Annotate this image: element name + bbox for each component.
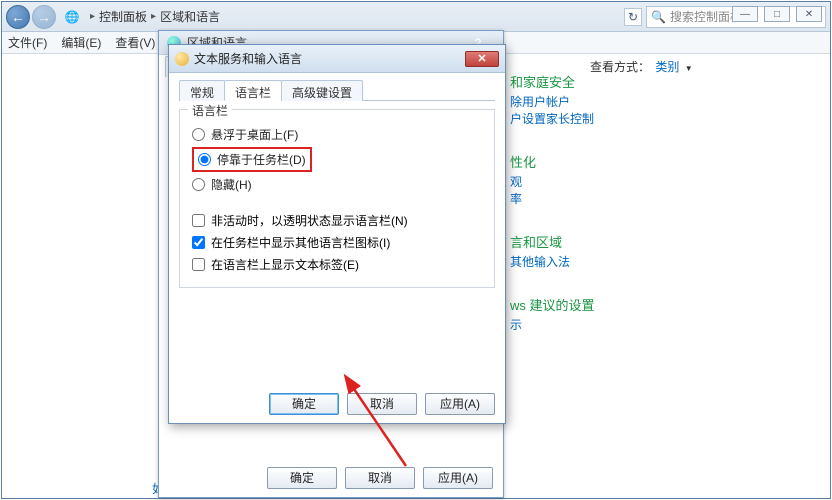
nav-bar: ← → 🌐 ▸ 控制面板 ▸ 区域和语言 ↻ 🔍 搜索控制面板 bbox=[2, 2, 830, 32]
category-link[interactable]: 其他输入法 bbox=[510, 254, 710, 271]
tab-general[interactable]: 常规 bbox=[179, 80, 225, 101]
search-icon: 🔍 bbox=[651, 10, 666, 24]
text-services-dialog: 文本服务和输入语言 ✕ 常规 语言栏 高级键设置 语言栏 悬浮于桌面上(F) 停… bbox=[168, 44, 506, 424]
checkbox-input[interactable] bbox=[192, 258, 205, 271]
radio-hide[interactable]: 隐藏(H) bbox=[192, 176, 482, 193]
breadcrumb-sub[interactable]: 区域和语言 bbox=[160, 8, 220, 25]
apply-button[interactable]: 应用(A) bbox=[425, 393, 495, 415]
forward-button[interactable]: → bbox=[32, 5, 56, 29]
breadcrumb[interactable]: ▸ 控制面板 ▸ 区域和语言 bbox=[86, 8, 624, 25]
globe-icon: 🌐 bbox=[64, 9, 80, 25]
tab-language-bar[interactable]: 语言栏 bbox=[224, 80, 282, 101]
check-text-labels[interactable]: 在语言栏上显示文本标签(E) bbox=[192, 256, 482, 273]
menu-edit[interactable]: 编辑(E) bbox=[61, 34, 101, 51]
apply-button[interactable]: 应用(A) bbox=[423, 467, 493, 489]
dialog-title: 文本服务和输入语言 bbox=[194, 50, 302, 67]
ok-button[interactable]: 确定 bbox=[267, 467, 337, 489]
maximize-button[interactable]: □ bbox=[764, 6, 790, 22]
radio-input[interactable] bbox=[192, 178, 205, 191]
keyboard-icon bbox=[175, 52, 189, 66]
tab-advanced[interactable]: 高级键设置 bbox=[281, 80, 363, 101]
radio-input[interactable] bbox=[198, 153, 211, 166]
breadcrumb-root[interactable]: 控制面板 bbox=[99, 8, 147, 25]
chevron-right-icon: ▸ bbox=[90, 11, 95, 22]
minimize-button[interactable]: — bbox=[732, 6, 758, 22]
menu-view[interactable]: 查看(V) bbox=[115, 34, 155, 51]
menu-file[interactable]: 文件(F) bbox=[8, 34, 47, 51]
chevron-right-icon: ▸ bbox=[151, 11, 156, 22]
check-transparent[interactable]: 非活动时，以透明状态显示语言栏(N) bbox=[192, 212, 482, 229]
category-link[interactable]: 户设置家长控制 bbox=[510, 111, 710, 128]
check-taskbar-icons[interactable]: 在任务栏中显示其他语言栏图标(I) bbox=[192, 234, 482, 251]
category-heading[interactable]: 言和区域 bbox=[510, 232, 710, 251]
annotation-arrow bbox=[346, 380, 426, 473]
checkbox-input[interactable] bbox=[192, 236, 205, 249]
radio-float[interactable]: 悬浮于桌面上(F) bbox=[192, 126, 482, 143]
category-link[interactable]: 示 bbox=[510, 317, 710, 334]
highlight-box: 停靠于任务栏(D) bbox=[192, 147, 312, 172]
radio-input[interactable] bbox=[192, 128, 205, 141]
back-button[interactable]: ← bbox=[6, 5, 30, 29]
category-link[interactable]: 除用户帐户 bbox=[510, 94, 710, 111]
radio-dock[interactable]: 停靠于任务栏(D) bbox=[198, 151, 306, 168]
group-legend: 语言栏 bbox=[188, 102, 232, 119]
refresh-button[interactable]: ↻ bbox=[624, 8, 642, 26]
window-controls: — □ ✕ bbox=[732, 6, 822, 22]
dialog-close-button[interactable]: ✕ bbox=[465, 51, 499, 67]
category-heading[interactable]: 性化 bbox=[510, 152, 710, 171]
category-link[interactable]: 观 bbox=[510, 174, 710, 191]
close-button[interactable]: ✕ bbox=[796, 6, 822, 22]
category-link[interactable]: 率 bbox=[510, 191, 710, 208]
dialog-titlebar: 文本服务和输入语言 ✕ bbox=[169, 45, 505, 73]
category-column: 和家庭安全 除用户帐户 户设置家长控制 性化 观 率 言和区域 其他输入法 ws… bbox=[510, 72, 710, 358]
category-heading[interactable]: 和家庭安全 bbox=[510, 72, 710, 91]
checkbox-input[interactable] bbox=[192, 214, 205, 227]
ok-button[interactable]: 确定 bbox=[269, 393, 339, 415]
tabs: 常规 语言栏 高级键设置 bbox=[179, 79, 495, 101]
language-bar-group: 语言栏 悬浮于桌面上(F) 停靠于任务栏(D) 隐藏(H) 非活动时，以透明状态… bbox=[179, 109, 495, 288]
category-heading[interactable]: ws 建议的设置 bbox=[510, 295, 710, 314]
